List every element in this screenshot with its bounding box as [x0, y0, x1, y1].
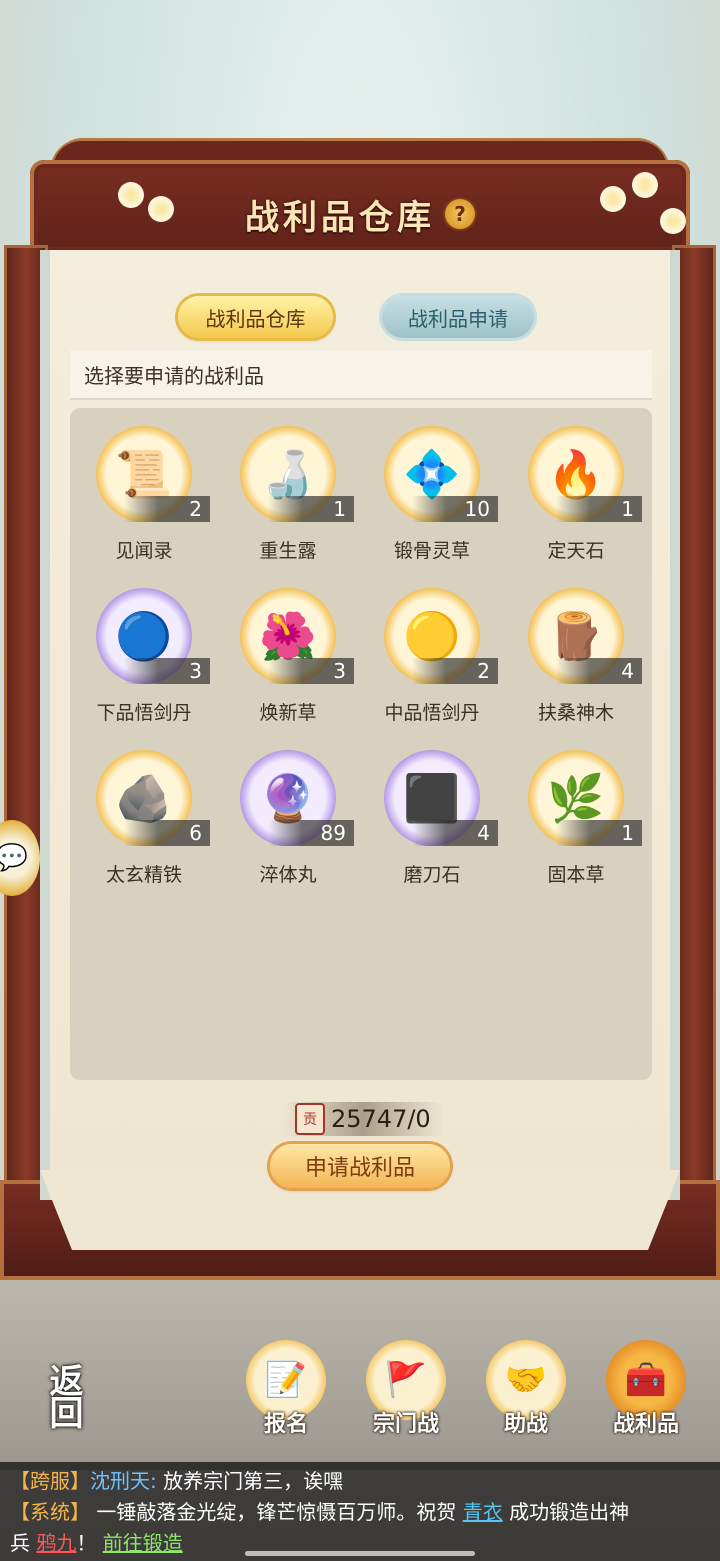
plum-flower-decoration [600, 186, 626, 212]
plum-flower-decoration [632, 172, 658, 198]
item-cell[interactable]: 🔮 89 淬体丸 [216, 738, 360, 898]
item-name: 中品悟剑丹 [384, 702, 480, 724]
item-glyph: 🔮 [259, 771, 317, 825]
chat-message: 兵 [10, 1531, 37, 1555]
item-count: 3 [124, 658, 210, 684]
item-glyph: 🟡 [403, 609, 461, 663]
chat-panel[interactable]: 【跨服】沈刑天: 放养宗门第三，诶嘿 【系统】 一锤敲落金光绽，锋芒惊慑百万师。… [0, 1462, 720, 1561]
item-cell[interactable]: 🟡 2 中品悟剑丹 [360, 576, 504, 736]
apply-loot-button[interactable]: 申请战利品 [270, 1144, 450, 1188]
item-name: 定天石 [547, 540, 605, 562]
chat-message: 成功锻造出神 [502, 1500, 630, 1524]
item-name: 重生露 [259, 540, 317, 562]
contribution-icon: 贡 [295, 1103, 325, 1135]
chat-message: 放养宗门第三，诶嘿 [156, 1469, 344, 1493]
chat-weapon-link[interactable]: 鸦九 [36, 1531, 76, 1555]
nav-sect-war-button[interactable]: 🚩 宗门战 [358, 1340, 454, 1440]
nav-loot-button[interactable]: 🧰 战利品 [598, 1340, 694, 1440]
item-glyph: 💠 [403, 447, 461, 501]
chat-channel-tag: 【跨服】 [10, 1469, 90, 1493]
nav-label: 助战 [503, 1412, 548, 1437]
plum-flower-decoration [660, 208, 686, 234]
tab-apply[interactable]: 战利品申请 [382, 296, 534, 338]
nav-assist-button[interactable]: 🤝 助战 [478, 1340, 574, 1440]
item-cell[interactable]: 🔥 1 定天石 [504, 414, 648, 574]
title-plaque: 战利品仓库 ? [215, 178, 505, 250]
item-cell[interactable]: 🪨 6 太玄精铁 [72, 738, 216, 898]
item-name: 锻骨灵草 [393, 540, 470, 562]
item-cell[interactable]: 🪵 4 扶桑神木 [504, 576, 648, 736]
item-grid: 📜 2 见闻录 🍶 1 重生露 💠 10 锻骨灵草 🔥 1 定天石 🔵 3 下品悟剑丹 🌺 3 焕新草 🟡 2 中品悟剑… [70, 408, 652, 1080]
item-count: 2 [124, 496, 210, 522]
nav-label: 报名 [263, 1412, 308, 1437]
chat-message: 一锤敲落金光绽，锋芒惊慑百万师。祝贺 [90, 1500, 463, 1524]
item-glyph: 🔥 [547, 447, 605, 501]
tab-warehouse[interactable]: 战利品仓库 [178, 296, 333, 338]
item-glyph: 🌿 [547, 771, 605, 825]
item-cell[interactable]: ⬛ 4 磨刀石 [360, 738, 504, 898]
item-count: 89 [268, 820, 354, 846]
chat-sender[interactable]: 沈刑天: [90, 1469, 157, 1493]
item-count: 1 [556, 496, 642, 522]
item-cell[interactable]: 🌿 1 固本草 [504, 738, 648, 898]
item-name: 太玄精铁 [105, 864, 182, 886]
chat-channel-tag: 【系统】 [10, 1500, 90, 1524]
nav-label: 宗门战 [372, 1412, 439, 1437]
plum-flower-decoration [148, 196, 174, 222]
item-count: 1 [268, 496, 354, 522]
item-glyph: 🪵 [547, 609, 605, 663]
contribution-value: 25747/0 [331, 1105, 431, 1133]
item-name: 扶桑神木 [537, 702, 614, 724]
chat-player-link[interactable]: 青衣 [463, 1500, 503, 1524]
item-name: 磨刀石 [403, 864, 461, 886]
item-name: 淬体丸 [259, 864, 317, 886]
page-title: 战利品仓库 [245, 197, 435, 238]
item-cell[interactable]: 🍶 1 重生露 [216, 414, 360, 574]
item-glyph: ⬛ [403, 771, 461, 825]
hint-bar: 选择要申请的战利品 [70, 350, 652, 400]
item-cell[interactable]: 💠 10 锻骨灵草 [360, 414, 504, 574]
chat-line: 【系统】 一锤敲落金光绽，锋芒惊慑百万师。祝贺 青衣 成功锻造出神 [10, 1497, 710, 1528]
item-glyph: 🪨 [115, 771, 173, 825]
item-glyph: 🔵 [115, 609, 173, 663]
go-forge-link[interactable]: 前往锻造 [103, 1531, 183, 1555]
item-cell[interactable]: 🔵 3 下品悟剑丹 [72, 576, 216, 736]
item-count: 2 [412, 658, 498, 684]
item-cell[interactable]: 📜 2 见闻录 [72, 414, 216, 574]
item-count: 6 [124, 820, 210, 846]
back-label: 返回 [43, 1363, 83, 1427]
item-count: 3 [268, 658, 354, 684]
chat-message: ！ [76, 1531, 103, 1555]
chat-line: 【跨服】沈刑天: 放养宗门第三，诶嘿 [10, 1466, 710, 1497]
item-count: 10 [412, 496, 498, 522]
item-glyph: 🌺 [259, 609, 317, 663]
nav-label: 战利品 [612, 1412, 679, 1437]
item-cell[interactable]: 🌺 3 焕新草 [216, 576, 360, 736]
contribution-display: 贡 25747/0 [283, 1102, 443, 1136]
help-icon[interactable]: ? [445, 199, 475, 229]
item-name: 固本草 [547, 864, 605, 886]
item-count: 1 [556, 820, 642, 846]
item-count: 4 [556, 658, 642, 684]
item-name: 下品悟剑丹 [96, 702, 192, 724]
item-glyph: 🍶 [259, 447, 317, 501]
plum-flower-decoration [118, 182, 144, 208]
item-name: 见闻录 [115, 540, 173, 562]
nav-signup-button[interactable]: 📝 报名 [238, 1340, 334, 1440]
item-name: 焕新草 [259, 702, 317, 724]
item-glyph: 📜 [115, 447, 173, 501]
chat-scrollbar[interactable] [245, 1551, 475, 1556]
back-button[interactable]: 返回 [8, 1345, 118, 1445]
item-count: 4 [412, 820, 498, 846]
